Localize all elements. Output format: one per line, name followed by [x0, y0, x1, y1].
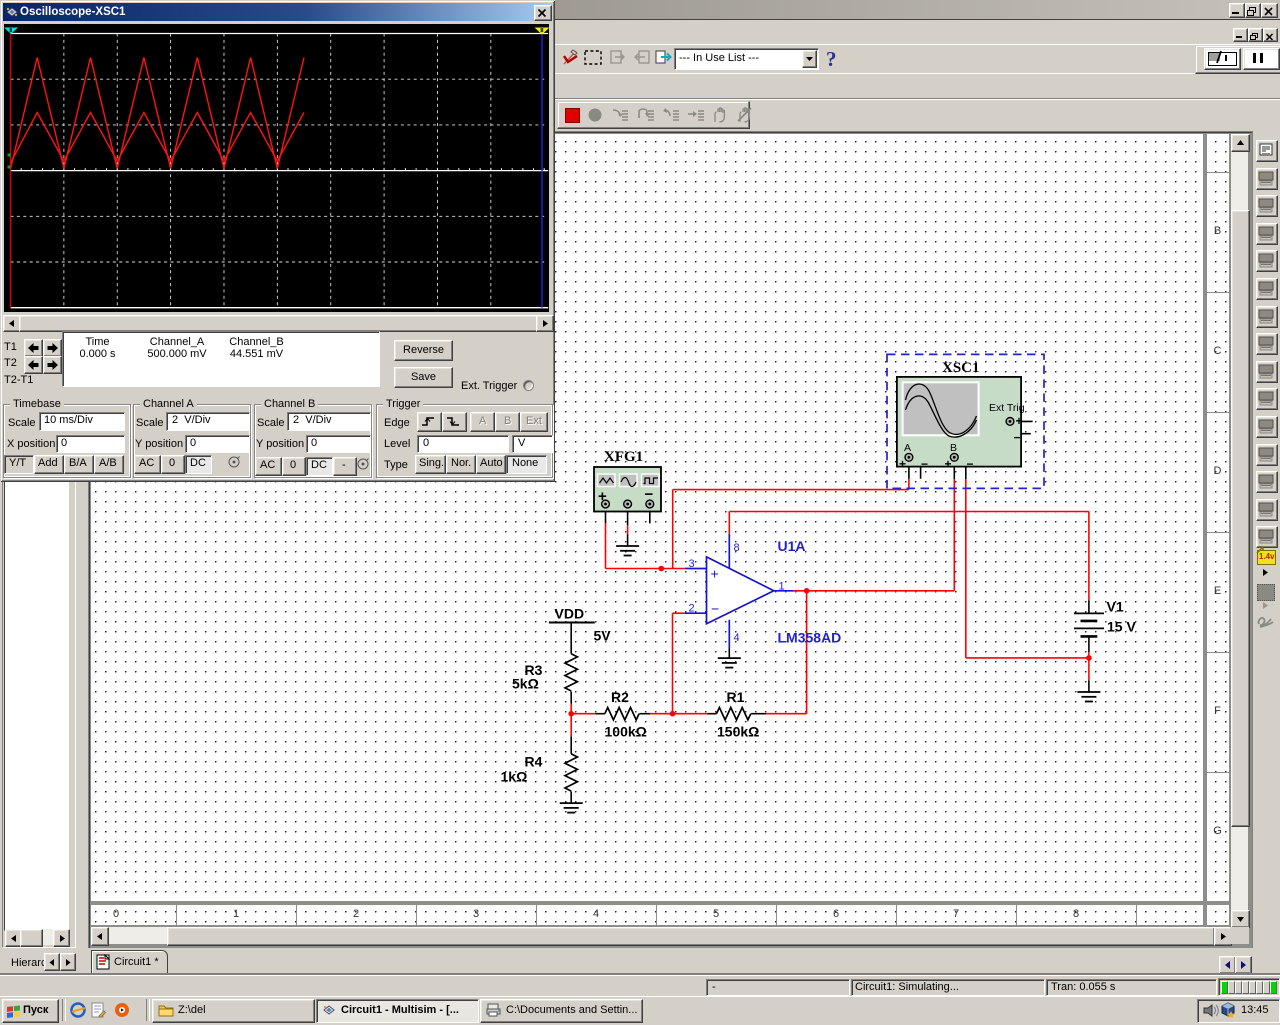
svg-text:−: − [711, 601, 719, 617]
svg-text:5kΩ: 5kΩ [512, 676, 539, 692]
svg-text:2: 2 [689, 603, 695, 615]
svg-text:A: A [904, 442, 911, 454]
svg-text:5V: 5V [594, 628, 612, 644]
svg-text:−: − [1014, 431, 1021, 445]
svg-text:R4: R4 [525, 754, 543, 770]
svg-text:V1: V1 [1107, 599, 1124, 615]
svg-text:8: 8 [734, 542, 740, 554]
svg-text:U1A: U1A [778, 538, 806, 554]
svg-text:3: 3 [689, 558, 695, 570]
svg-text:150kΩ: 150kΩ [717, 724, 759, 740]
svg-text:B: B [950, 442, 957, 454]
svg-text:+: + [899, 457, 906, 471]
svg-text:Ext Trig: Ext Trig [989, 402, 1025, 414]
svg-text:−: − [921, 457, 928, 471]
svg-text:1kΩ: 1kΩ [501, 769, 528, 785]
svg-text:XFG1: XFG1 [604, 449, 643, 465]
svg-text:+: + [1016, 414, 1023, 428]
svg-text:XSC1: XSC1 [942, 360, 980, 376]
svg-text:LM358AD: LM358AD [778, 630, 842, 646]
svg-text:VDD: VDD [555, 606, 585, 622]
svg-text:R1: R1 [727, 689, 745, 705]
svg-text:100kΩ: 100kΩ [605, 724, 647, 740]
svg-text:4: 4 [734, 632, 740, 644]
svg-text:R2: R2 [611, 689, 629, 705]
svg-text:15 V: 15 V [1107, 619, 1136, 635]
svg-text:1: 1 [779, 581, 785, 593]
svg-text:−: − [967, 457, 974, 471]
svg-text:+: + [711, 566, 719, 582]
svg-text:+: + [945, 457, 952, 471]
